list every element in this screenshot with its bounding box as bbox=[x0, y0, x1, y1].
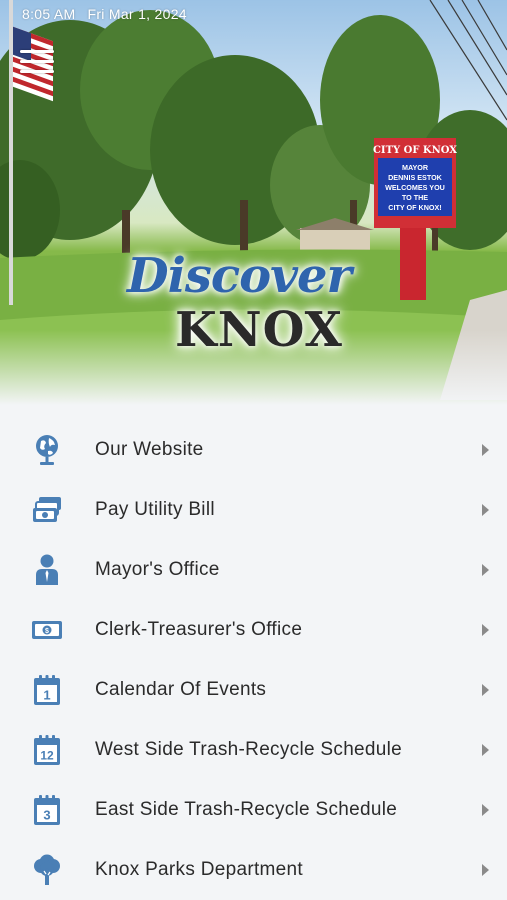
menu-item-label: Knox Parks Department bbox=[95, 859, 303, 880]
sign-line: TO THE bbox=[402, 193, 428, 202]
status-date: Fri Mar 1, 2024 bbox=[87, 6, 187, 22]
globe-icon bbox=[0, 433, 95, 467]
tree-icon bbox=[0, 854, 95, 886]
menu-item-label: Pay Utility Bill bbox=[95, 499, 215, 520]
calendar-12-icon: 12 bbox=[0, 734, 95, 766]
chevron-right-icon bbox=[463, 864, 507, 876]
menu-item-pay-utility-bill[interactable]: Pay Utility Bill bbox=[0, 480, 507, 540]
status-bar: 8:05 AM Fri Mar 1, 2024 bbox=[22, 6, 187, 22]
menu-item-label: Mayor's Office bbox=[95, 559, 220, 580]
logo-discover-text: Discover bbox=[127, 248, 352, 304]
menu-item-label: Clerk-Treasurer's Office bbox=[95, 619, 303, 640]
menu-item-label: West Side Trash-Recycle Schedule bbox=[95, 739, 403, 760]
menu-item-west-side-trash-recycle-schedule[interactable]: 12 West Side Trash-Recycle Schedule bbox=[0, 720, 507, 780]
status-time: 8:05 AM bbox=[22, 6, 76, 22]
sign-line: DENNIS ESTOK bbox=[388, 173, 443, 182]
sign-post bbox=[400, 225, 426, 300]
discover-knox-logo: Discover KNOX bbox=[127, 248, 353, 360]
hero-banner: CITY OF KNOX MAYOR DENNIS ESTOK WELCOMES… bbox=[0, 0, 507, 405]
hamburger-menu-icon[interactable] bbox=[20, 50, 54, 76]
chevron-right-icon bbox=[463, 804, 507, 816]
chevron-right-icon bbox=[463, 444, 507, 456]
menu-item-knox-parks-department[interactable]: Knox Parks Department bbox=[0, 840, 507, 900]
menu-item-calendar-of-events[interactable]: 1 Calendar Of Events bbox=[0, 660, 507, 720]
sign-line: MAYOR bbox=[402, 163, 429, 172]
svg-text:3: 3 bbox=[43, 808, 50, 823]
chevron-right-icon bbox=[463, 624, 507, 636]
menu-item-east-side-trash-recycle-schedule[interactable]: 3 East Side Trash-Recycle Schedule bbox=[0, 780, 507, 840]
power-lines bbox=[429, 0, 507, 121]
calendar-1-icon: 1 bbox=[0, 674, 95, 706]
calendar-3-icon: 3 bbox=[0, 794, 95, 826]
banknote-icon: $ bbox=[0, 620, 95, 640]
person-icon bbox=[0, 554, 95, 586]
menu-item-mayors-office[interactable]: Mayor's Office bbox=[0, 540, 507, 600]
chevron-right-icon bbox=[463, 744, 507, 756]
svg-text:$: $ bbox=[45, 628, 49, 635]
menu-item-our-website[interactable]: Our Website bbox=[0, 420, 507, 480]
menu-item-label: Calendar Of Events bbox=[95, 679, 267, 700]
menu-item-label: East Side Trash-Recycle Schedule bbox=[95, 799, 398, 820]
sign-line: CITY OF KNOX! bbox=[388, 203, 441, 212]
sign-line: WELCOMES YOU bbox=[385, 183, 445, 192]
money-stack-icon bbox=[0, 496, 95, 524]
main-menu: Our Website Pay Utility Bill Mayor's Off… bbox=[0, 420, 507, 900]
svg-text:12: 12 bbox=[40, 749, 54, 763]
logo-knox-text: KNOX bbox=[175, 302, 343, 358]
chevron-right-icon bbox=[463, 684, 507, 696]
chevron-right-icon bbox=[463, 564, 507, 576]
chevron-right-icon bbox=[463, 504, 507, 516]
sign-header: CITY OF KNOX bbox=[373, 145, 457, 156]
menu-item-label: Our Website bbox=[95, 439, 204, 460]
menu-item-clerk-treasurers-office[interactable]: $ Clerk-Treasurer's Office bbox=[0, 600, 507, 660]
flagpole bbox=[9, 0, 13, 305]
svg-text:1: 1 bbox=[43, 688, 50, 703]
